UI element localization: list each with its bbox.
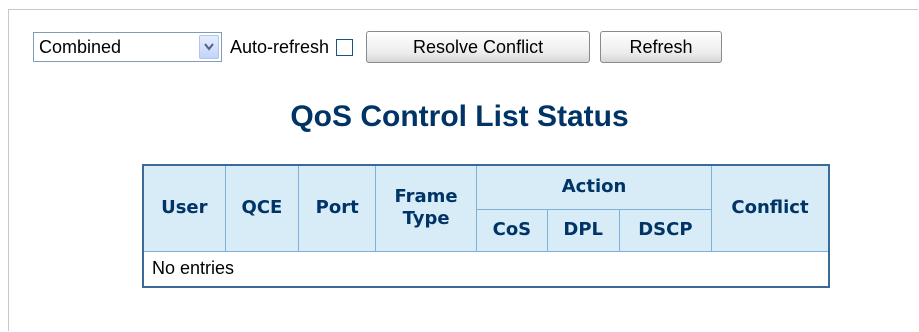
auto-refresh-label: Auto-refresh bbox=[230, 36, 330, 57]
page-title: QoS Control List Status bbox=[290, 100, 629, 133]
header-frame-type: Frame Type bbox=[375, 164, 478, 252]
table-row: No entries bbox=[143, 251, 829, 287]
toolbar: Combined Auto-refresh Resolve Conflict R… bbox=[33, 25, 723, 69]
header-conflict: Conflict bbox=[711, 164, 830, 252]
refresh-button[interactable]: Refresh bbox=[600, 31, 723, 63]
mode-select[interactable]: Combined bbox=[33, 32, 222, 62]
header-cos: CoS bbox=[476, 208, 548, 252]
empty-message: No entries bbox=[143, 251, 829, 287]
header-dscp: DSCP bbox=[618, 208, 713, 252]
qos-status-table: User QCE Port Frame Type Action Conflict… bbox=[142, 164, 830, 288]
auto-refresh-checkbox[interactable] bbox=[336, 38, 354, 56]
resolve-conflict-button[interactable]: Resolve Conflict bbox=[366, 31, 591, 63]
header-port: Port bbox=[298, 164, 377, 252]
mode-select-value: Combined bbox=[39, 36, 122, 57]
header-action: Action bbox=[476, 164, 712, 210]
header-qce: QCE bbox=[224, 164, 300, 252]
chevron-down-icon[interactable] bbox=[199, 35, 219, 59]
header-user: User bbox=[142, 164, 226, 252]
header-dpl: DPL bbox=[546, 208, 620, 252]
